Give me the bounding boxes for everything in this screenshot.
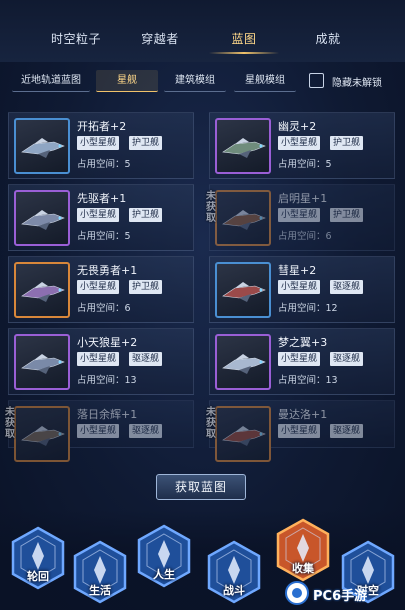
hide-unlocked-toggle[interactable]: 隐藏未解锁 xyxy=(309,71,399,91)
ship-thumbnail xyxy=(14,334,70,390)
ship-card[interactable]: 彗星+2 小型星舰 驱逐舰占用空间：12 xyxy=(209,256,395,323)
ship-space: 占用空间：6 xyxy=(77,303,131,314)
ship-role-tag: 护卫舰 xyxy=(330,208,364,222)
ship-space: 占用空间：5 xyxy=(77,159,131,170)
starship-icon xyxy=(21,354,65,374)
top-tab-bar: 时空粒子 穿越者 蓝图 成就 xyxy=(0,0,405,62)
ship-name: 开拓者+2 xyxy=(77,120,127,133)
ship-size-tag: 小型星舰 xyxy=(77,280,120,294)
ship-role-tag: 驱逐舰 xyxy=(330,280,364,294)
ship-name: 小天狼星+2 xyxy=(77,336,138,349)
ship-name: 彗星+2 xyxy=(278,264,317,277)
ship-thumbnail xyxy=(215,262,271,318)
ship-role-tag: 护卫舰 xyxy=(330,136,364,150)
nav-label: 生活 xyxy=(89,584,111,597)
starship-icon xyxy=(222,282,266,302)
starship-icon xyxy=(21,138,65,158)
starship-icon xyxy=(222,210,266,230)
nav-person[interactable]: 人生 xyxy=(136,524,192,588)
not-obtained-badge: 未获取 xyxy=(206,407,216,440)
watermark: PC6手游 xyxy=(283,578,403,608)
tab-travelers[interactable]: 穿越者 xyxy=(120,30,200,47)
watermark-text: PC6手游 xyxy=(313,589,368,604)
ship-size-tag: 小型星舰 xyxy=(77,352,120,366)
ship-name: 曼达洛+1 xyxy=(278,408,328,421)
ship-size-tag: 小型星舰 xyxy=(278,424,321,438)
hide-unlocked-checkbox[interactable] xyxy=(309,73,324,88)
ship-role-tag: 驱逐舰 xyxy=(129,424,163,438)
ship-space: 占用空间：13 xyxy=(77,375,137,386)
ship-role-tag: 驱逐舰 xyxy=(129,352,163,366)
ship-name: 梦之翼+3 xyxy=(278,336,328,349)
nav-battle[interactable]: 战斗 xyxy=(206,540,262,604)
starship-icon xyxy=(222,354,266,374)
ship-card[interactable]: 未获取 启明星+1 小型星舰 护卫舰占用空间：6 xyxy=(206,184,395,251)
tab-spacetime-particles[interactable]: 时空粒子 xyxy=(36,30,116,47)
nav-label: 人生 xyxy=(153,568,175,581)
ship-card[interactable]: 先驱者+1 小型星舰 护卫舰占用空间：5 xyxy=(8,184,194,251)
ship-role-tag: 护卫舰 xyxy=(129,280,163,294)
tab-blueprints[interactable]: 蓝图 xyxy=(204,30,284,47)
ship-thumbnail xyxy=(14,118,70,174)
tab-achievements[interactable]: 成就 xyxy=(288,30,368,47)
ship-size-tag: 小型星舰 xyxy=(278,280,321,294)
nav-rebirth[interactable]: 轮回 xyxy=(10,526,66,590)
ship-name: 落日余辉+1 xyxy=(77,408,138,421)
starship-icon xyxy=(21,426,65,446)
get-blueprint-button[interactable]: 获取蓝图 xyxy=(156,474,246,500)
ship-card[interactable]: 未获取 落日余辉+1 小型星舰 驱逐舰 xyxy=(5,400,194,462)
ship-card[interactable]: 未获取 曼达洛+1 小型星舰 驱逐舰 xyxy=(206,400,395,462)
starship-icon xyxy=(222,138,266,158)
ship-size-tag: 小型星舰 xyxy=(278,352,321,366)
nav-life[interactable]: 生活 xyxy=(72,540,128,604)
nav-label: 收集 xyxy=(292,562,314,575)
nav-label: 战斗 xyxy=(223,584,245,597)
ship-card[interactable]: 梦之翼+3 小型星舰 驱逐舰占用空间：13 xyxy=(209,328,395,395)
not-obtained-badge: 未获取 xyxy=(206,191,216,224)
subtab-ship-modules[interactable]: 星舰模组 xyxy=(234,70,296,92)
ship-space: 占用空间：13 xyxy=(278,375,338,386)
ship-space: 占用空间：12 xyxy=(278,303,338,314)
not-obtained-badge: 未获取 xyxy=(5,407,15,440)
nav-collection[interactable]: 收集 xyxy=(275,518,331,582)
ship-role-tag: 护卫舰 xyxy=(129,208,163,222)
ship-size-tag: 小型星舰 xyxy=(77,136,120,150)
ship-space: 占用空间：5 xyxy=(278,159,332,170)
ship-card[interactable]: 无畏勇者+1 小型星舰 护卫舰占用空间：6 xyxy=(8,256,194,323)
ship-card[interactable]: 开拓者+2 小型星舰 护卫舰占用空间：5 xyxy=(8,112,194,179)
ship-card[interactable]: 幽灵+2 小型星舰 护卫舰占用空间：5 xyxy=(209,112,395,179)
ship-size-tag: 小型星舰 xyxy=(77,208,120,222)
ship-role-tag: 驱逐舰 xyxy=(330,352,364,366)
ship-space: 占用空间：5 xyxy=(77,231,131,242)
subtab-orbit-blueprints[interactable]: 近地轨道蓝图 xyxy=(12,70,90,92)
ship-size-tag: 小型星舰 xyxy=(278,136,321,150)
ship-role-tag: 护卫舰 xyxy=(129,136,163,150)
ship-space: 占用空间：6 xyxy=(278,231,332,242)
ship-size-tag: 小型星舰 xyxy=(278,208,321,222)
ship-name: 幽灵+2 xyxy=(278,120,317,133)
ship-name: 启明星+1 xyxy=(278,192,328,205)
ship-thumbnail xyxy=(14,190,70,246)
subtab-starships[interactable]: 星舰 xyxy=(96,70,158,92)
ship-name: 无畏勇者+1 xyxy=(77,264,138,277)
active-tab-underline xyxy=(209,52,279,54)
starship-icon xyxy=(21,210,65,230)
nav-label: 轮回 xyxy=(27,570,49,583)
ship-card[interactable]: 小天狼星+2 小型星舰 驱逐舰占用空间：13 xyxy=(8,328,194,395)
ship-size-tag: 小型星舰 xyxy=(77,424,120,438)
subtab-building-modules[interactable]: 建筑模组 xyxy=(164,70,226,92)
ship-thumbnail xyxy=(14,262,70,318)
starship-icon xyxy=(21,282,65,302)
ship-role-tag: 驱逐舰 xyxy=(330,424,364,438)
hide-unlocked-label: 隐藏未解锁 xyxy=(332,78,382,89)
ship-thumbnail xyxy=(215,118,271,174)
ship-thumbnail xyxy=(215,334,271,390)
starship-icon xyxy=(222,426,266,446)
ship-name: 先驱者+1 xyxy=(77,192,127,205)
